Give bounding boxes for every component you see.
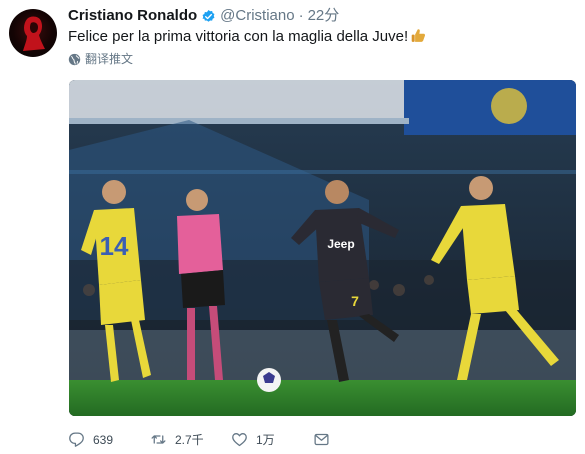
shirt-sponsor: Jeep	[327, 237, 354, 251]
tweet-actions: 639 2.7千 1万	[68, 431, 338, 448]
heart-icon	[232, 433, 247, 447]
reply-icon	[69, 432, 84, 447]
like-count: 1万	[256, 433, 275, 447]
tweet-header: Cristiano Ronaldo @Cristiano · 22分	[68, 7, 339, 25]
reply-count: 639	[93, 432, 114, 447]
like-button[interactable]: 1万	[231, 431, 313, 448]
retweet-icon	[151, 435, 166, 444]
tweet-timestamp[interactable]: 22分	[308, 7, 340, 25]
reply-button[interactable]: 639	[68, 431, 150, 448]
envelope-icon	[314, 433, 329, 446]
translate-label[interactable]: 翻译推文	[85, 52, 133, 66]
kit-number-left: 14	[100, 231, 129, 261]
author-name[interactable]: Cristiano Ronaldo	[68, 7, 197, 25]
separator-dot: ·	[298, 7, 304, 24]
tweet-text: Felice per la prima vittoria con la magl…	[68, 27, 427, 47]
verified-badge-icon	[202, 9, 215, 22]
translate-tweet-link[interactable]: 翻译推文	[68, 52, 133, 66]
avatar[interactable]	[9, 9, 57, 57]
globe-icon	[68, 53, 81, 65]
retweet-button[interactable]: 2.7千	[150, 431, 231, 448]
direct-message-button[interactable]	[313, 431, 338, 448]
tweet-text-content: Felice per la prima vittoria con la magl…	[68, 28, 409, 45]
thumbs-up-emoji-icon	[411, 29, 426, 42]
avatar-image	[23, 16, 45, 51]
retweet-count: 2.7千	[175, 433, 204, 447]
tweet-photo[interactable]: 14 Jeep 7	[69, 80, 576, 416]
author-handle[interactable]: @Cristiano	[220, 7, 294, 25]
kit-number-dark: 7	[351, 293, 359, 309]
football-match-photo: 14 Jeep 7	[69, 80, 576, 416]
